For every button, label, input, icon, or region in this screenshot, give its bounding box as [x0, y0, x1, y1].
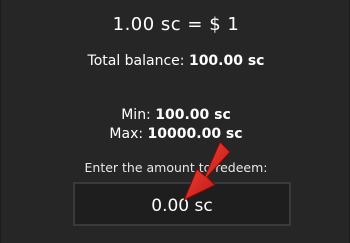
- min-limit: Min: 100.00 sc: [1, 107, 350, 123]
- total-balance-label: Total balance:: [87, 53, 189, 69]
- red-arrow-icon: [183, 141, 231, 202]
- min-value: 100.00 sc: [155, 107, 231, 123]
- min-label: Min:: [121, 107, 156, 123]
- total-balance-value: 100.00 sc: [188, 53, 265, 69]
- exchange-rate: 1.00 sc = $ 1: [112, 14, 240, 35]
- total-balance: Total balance: 100.00 sc: [1, 53, 350, 69]
- redeem-panel: 1.00 sc = $ 1 Total balance: 100.00 sc M…: [0, 0, 350, 243]
- max-label: Max:: [109, 126, 148, 142]
